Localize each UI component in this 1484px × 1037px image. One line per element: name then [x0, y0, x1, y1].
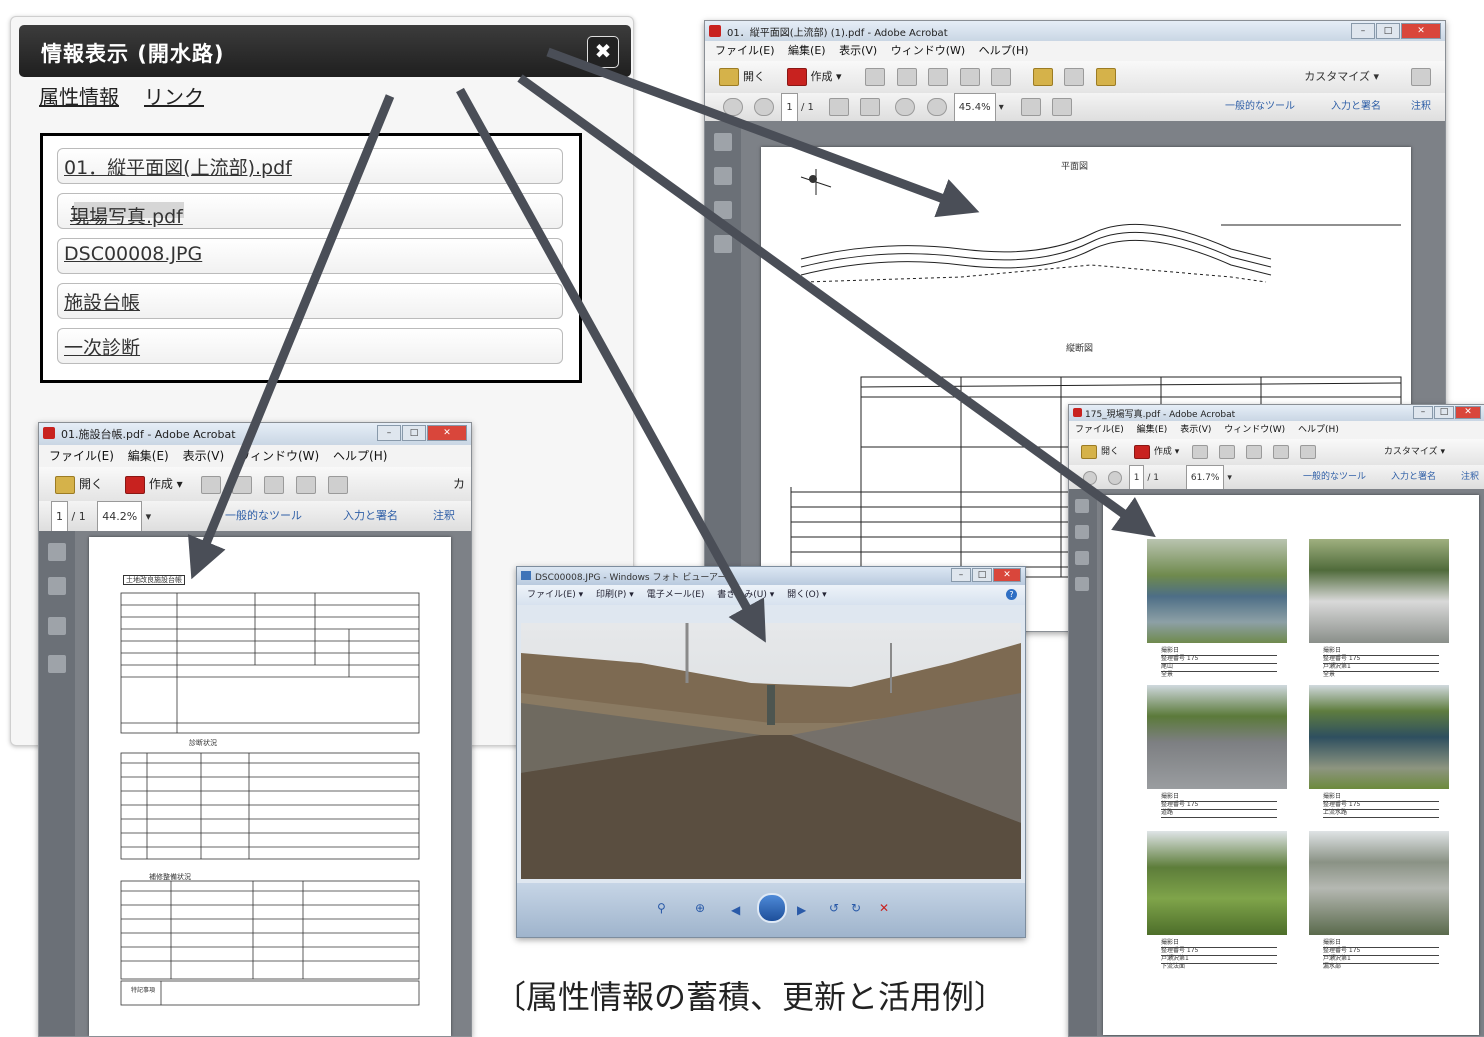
- arrow-overlay: [188, 47, 1156, 643]
- arrow-to-site-photos: [517, 74, 1156, 538]
- figure-caption: 〔属性情報の蓄積、更新と活用例〕: [494, 978, 1007, 1016]
- arrow-to-drawing: [546, 47, 980, 218]
- arrow-to-ledger: [188, 94, 395, 580]
- arrow-to-photo: [456, 87, 766, 643]
